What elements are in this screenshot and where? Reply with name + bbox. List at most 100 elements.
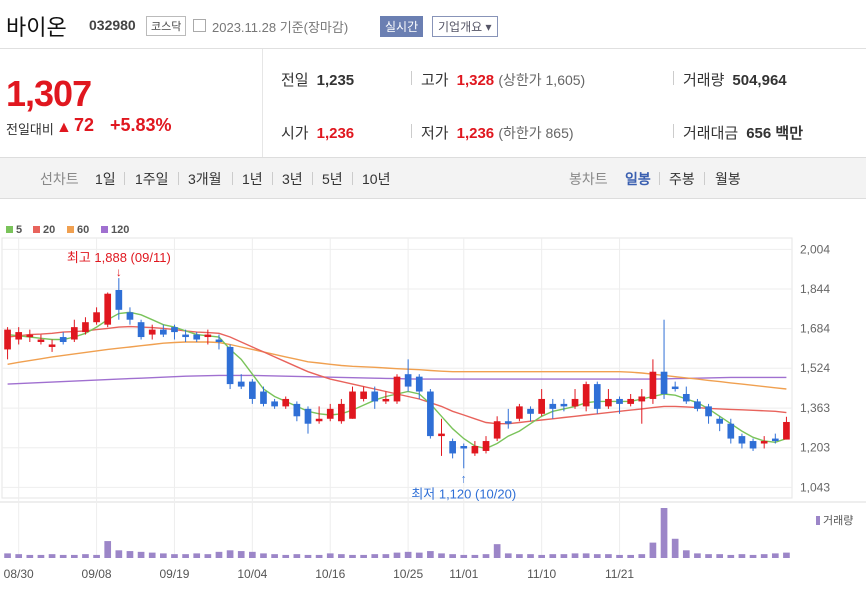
period-3m[interactable]: 3개월 (188, 169, 222, 189)
period-5y[interactable]: 5년 (322, 169, 343, 189)
candle-body (660, 371, 668, 394)
stat-open: 시가 1,236 (281, 122, 354, 143)
volume-bar (70, 554, 78, 558)
volume-bar (215, 551, 223, 558)
divider (124, 172, 125, 185)
volume-bar (571, 553, 579, 558)
volume-bar (716, 554, 724, 558)
candle-body (627, 398, 634, 404)
candle-body (449, 441, 456, 454)
candle-body (315, 418, 323, 422)
volume-bar (549, 554, 557, 558)
candle-body (649, 371, 657, 399)
volume-bar (593, 554, 601, 558)
volume-bar (682, 550, 690, 558)
chevron-down-icon: ▾ (485, 20, 492, 34)
overview-label: 기업개요 (438, 20, 483, 34)
candle-body (48, 344, 56, 347)
candle-body (549, 403, 557, 409)
stat-prev: 전일 1,235 (281, 69, 354, 90)
volume-bar (493, 544, 501, 558)
volume-bar (15, 554, 23, 558)
volume-bar (148, 552, 156, 558)
stock-chart: 2,004 1,844 1,684 1,524 1,363 1,203 1,043 08/30… (0, 224, 866, 581)
volume-legend-label: 거래량 (823, 514, 853, 527)
candle-body (460, 446, 468, 449)
period-1w[interactable]: 1주일 (135, 169, 169, 189)
volume-bar (382, 554, 390, 558)
up-arrow-icon: ↑ (461, 471, 467, 485)
volume-bar (527, 554, 534, 558)
legend-swatch (101, 226, 108, 233)
candle-body (682, 394, 690, 402)
candle-daily[interactable]: 일봉 (625, 169, 651, 189)
candle-chart-label: 봉차트 (569, 171, 608, 187)
divider (411, 124, 412, 138)
volume-bar (449, 554, 456, 558)
volume-bar (727, 554, 735, 558)
volume-bar (427, 551, 434, 558)
candle-body (271, 401, 278, 407)
volume-value: 504,964 (732, 72, 787, 89)
candle-body (226, 346, 234, 385)
candle-body (237, 381, 245, 387)
candle-body (382, 398, 390, 402)
candle-body (37, 339, 45, 342)
period-1y[interactable]: 1년 (242, 169, 263, 189)
volume-bar (4, 553, 11, 558)
base-date: 2023.11.28 기준(장마감) (212, 20, 349, 35)
up-arrow-icon: ▲ (56, 119, 72, 136)
lower-limit: (하한가 865) (498, 125, 574, 141)
stat-volume: 거래량 504,964 (683, 69, 787, 90)
candle-body (326, 408, 334, 419)
volume-bar (371, 554, 379, 558)
change-percent: +5.83% (110, 115, 172, 135)
prev-value: 1,235 (316, 72, 355, 89)
stats-grid: 전일 1,235 고가 1,328 (상한가 1,605) 거래량 504,964 시… (263, 49, 866, 157)
volume-bar (326, 553, 334, 558)
upper-limit: (상한가 1,605) (498, 72, 586, 88)
stock-code: 032980 (89, 17, 136, 33)
volume-bar (760, 554, 768, 558)
down-arrow-icon: ↓ (116, 265, 122, 279)
period-10y[interactable]: 10년 (362, 169, 390, 189)
legend-label: 5 (16, 224, 22, 236)
x-tick-label: 11/21 (605, 567, 634, 581)
period-3y[interactable]: 3년 (282, 169, 303, 189)
candle-body (471, 446, 479, 454)
stat-amount: 거래대금 656 백만 (683, 122, 803, 143)
amount-value: 656 백만 (746, 125, 803, 142)
candle-body (137, 322, 145, 338)
chart-nav: 선차트 1일 1주일 3개월 1년 3년 5년 10년 봉차트 일봉 주봉 월봉 (0, 157, 866, 199)
realtime-button[interactable]: 실시간 (380, 16, 424, 37)
legend-label: 60 (77, 224, 89, 236)
volume-bar (415, 552, 423, 558)
low-annotation: 최저 1,120 (10/20) (411, 486, 516, 501)
candle-body (694, 401, 701, 409)
period-1d[interactable]: 1일 (95, 169, 116, 189)
volume-bar (82, 554, 89, 558)
candle-body (70, 327, 78, 340)
volume-bar (582, 553, 590, 558)
candle-monthly[interactable]: 월봉 (715, 169, 741, 189)
company-overview-button[interactable]: 기업개요 ▾ (432, 16, 498, 37)
volume-bar (237, 551, 245, 558)
candle-weekly[interactable]: 주봉 (669, 169, 695, 189)
volume-bar (627, 554, 634, 558)
line-chart-label: 선차트 (40, 171, 79, 187)
candle-body (738, 436, 746, 444)
volume-bar (460, 554, 468, 558)
candle-body (427, 391, 434, 437)
high-label: 고가 (421, 72, 449, 89)
legend-swatch (67, 226, 74, 233)
candle-body (727, 423, 735, 439)
volume-bar (249, 551, 256, 558)
volume-bar (137, 551, 145, 558)
volume-bar (338, 554, 345, 558)
legend-swatch (33, 226, 40, 233)
candle-body (171, 327, 178, 333)
x-tick-label: 11/01 (449, 567, 478, 581)
divider (704, 172, 705, 185)
low-value: 1,236 (456, 125, 495, 142)
volume-bar (304, 554, 312, 558)
